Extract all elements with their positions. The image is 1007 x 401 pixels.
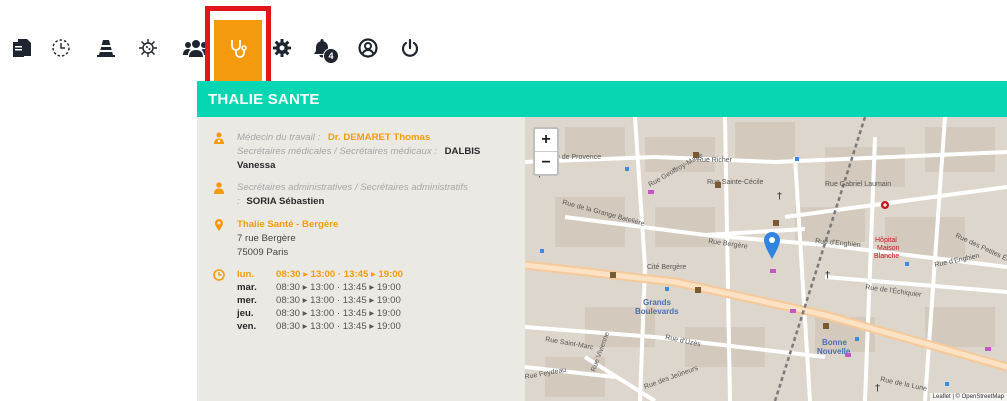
map-marker-icon bbox=[213, 219, 225, 231]
admin-secretary-name: SORIA Sébastien bbox=[246, 196, 325, 207]
admin-secretary-text: Secrétaires administratives / Secrétaire… bbox=[237, 181, 513, 209]
map-zoom-control: + − bbox=[533, 127, 559, 176]
svg-text:Rue Gabriel Laumain: Rue Gabriel Laumain bbox=[825, 181, 891, 188]
svg-text:Boulevards: Boulevards bbox=[635, 307, 679, 316]
svg-text:Blanche: Blanche bbox=[874, 253, 899, 260]
svg-text:Bonne: Bonne bbox=[822, 338, 847, 347]
svg-text:†: † bbox=[875, 383, 880, 394]
svg-text:Maison: Maison bbox=[877, 245, 900, 252]
bell-icon[interactable]: 4 bbox=[308, 34, 339, 64]
documents-icon[interactable] bbox=[8, 34, 36, 62]
medical-secretary-name-1: DALBIS bbox=[444, 146, 481, 157]
address-line-1: 7 rue Bergère bbox=[237, 233, 296, 244]
gear-icon[interactable] bbox=[268, 34, 296, 62]
map-tiles: Rue de Provence Rue Richer Rue Geoffroy-… bbox=[525, 117, 1007, 401]
svg-text:†: † bbox=[777, 191, 782, 202]
hours-row-wednesday: mer. 08:30 ▸ 13:00 · 13:45 ▸ 19:00 bbox=[237, 295, 401, 306]
hours-row-friday: ven. 08:30 ▸ 13:00 · 13:45 ▸ 19:00 bbox=[237, 321, 401, 332]
svg-text:Hôpital: Hôpital bbox=[875, 237, 897, 244]
location-text: Thalie Santé - Bergère 7 rue Bergère 750… bbox=[237, 218, 513, 260]
medical-secretary-name-2: Vanessa bbox=[237, 160, 276, 171]
opening-hours: lun. 08:30 ▸ 13:00 · 13:45 ▸ 19:00 mar. … bbox=[237, 268, 403, 333]
doctor-name: Dr. DEMARET Thomas bbox=[327, 132, 431, 143]
svg-text:†: † bbox=[825, 270, 830, 281]
organization-title-bar: THALIE SANTE bbox=[197, 81, 1007, 117]
map-attribution[interactable]: Leaflet | © OpenStreetMap bbox=[929, 393, 1007, 401]
doctor-label: Médecin du travail : bbox=[237, 132, 321, 143]
location-map[interactable]: Rue de Provence Rue Richer Rue Geoffroy-… bbox=[525, 117, 1007, 401]
hours-row-monday: lun. 08:30 ▸ 13:00 · 13:45 ▸ 19:00 bbox=[237, 269, 403, 280]
notification-badge: 4 bbox=[323, 48, 339, 64]
admin-secretaries-colon: : bbox=[237, 196, 240, 207]
admin-secretaries-label: Secrétaires administratives / Secrétaire… bbox=[237, 182, 468, 193]
stethoscope-icon bbox=[228, 38, 248, 65]
user-circle-icon[interactable] bbox=[354, 34, 382, 62]
info-panel: Médecin du travail : Dr. DEMARET Thomas … bbox=[197, 117, 525, 401]
svg-text:Grands: Grands bbox=[643, 298, 672, 307]
address-line-2: 75009 Paris bbox=[237, 247, 289, 258]
virus-icon[interactable] bbox=[134, 34, 162, 62]
zoom-out-button[interactable]: − bbox=[535, 151, 557, 174]
svg-text:Cité Bergère: Cité Bergère bbox=[647, 264, 686, 271]
doctor-icon bbox=[213, 132, 225, 144]
top-toolbar: 4 bbox=[0, 0, 1007, 90]
hours-row-tuesday: mar. 08:30 ▸ 13:00 · 13:45 ▸ 19:00 bbox=[237, 282, 401, 293]
active-tab-highlight bbox=[205, 6, 271, 87]
power-icon[interactable] bbox=[396, 34, 424, 62]
zoom-in-button[interactable]: + bbox=[535, 129, 557, 151]
location-name: Thalie Santé - Bergère bbox=[237, 219, 339, 230]
user-icon bbox=[213, 182, 225, 194]
medical-secretaries-label: Secrétaires médicales / Secrétaires médi… bbox=[237, 146, 437, 157]
hours-row-thursday: jeu. 08:30 ▸ 13:00 · 13:45 ▸ 19:00 bbox=[237, 308, 401, 319]
clock-icon bbox=[213, 269, 225, 281]
traffic-cone-icon[interactable] bbox=[92, 34, 120, 62]
clock-icon[interactable] bbox=[47, 34, 75, 62]
doctor-text: Médecin du travail : Dr. DEMARET Thomas … bbox=[237, 131, 513, 173]
stethoscope-tab-button[interactable] bbox=[214, 20, 262, 83]
organization-title: THALIE SANTE bbox=[208, 90, 320, 108]
